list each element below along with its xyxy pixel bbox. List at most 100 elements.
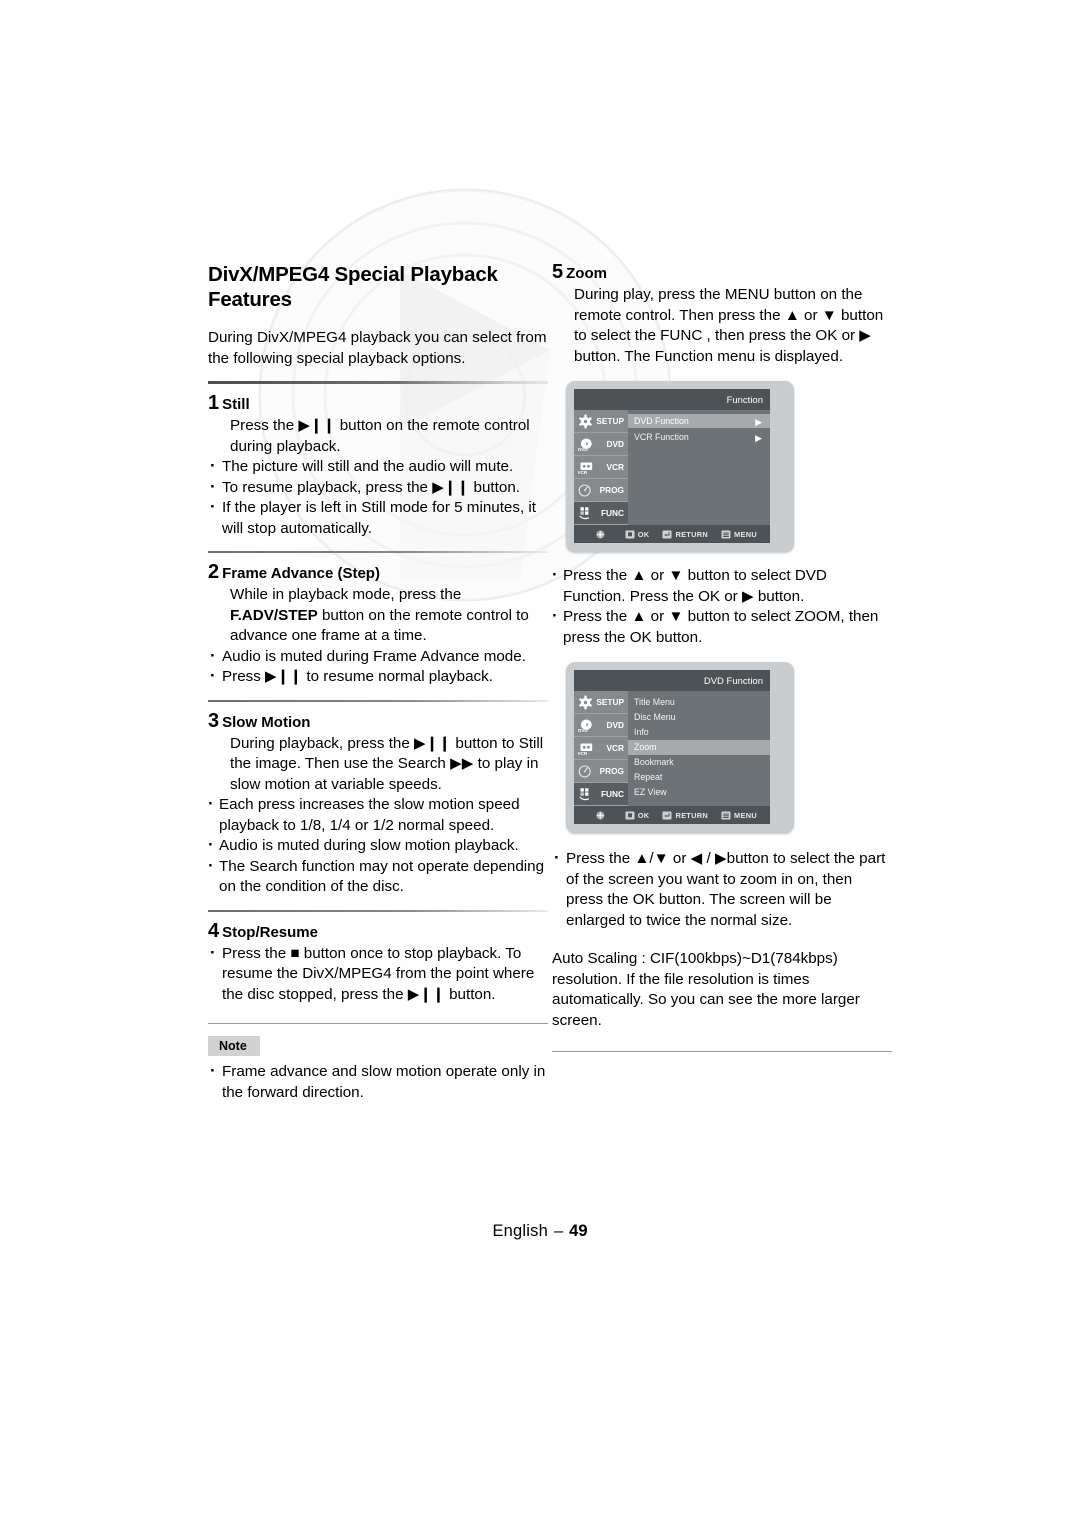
osd-item-label: VCR Function xyxy=(634,432,689,442)
osd-tab-label: DVD xyxy=(606,439,624,449)
remote-icon xyxy=(579,787,590,800)
osd-tab-func[interactable]: FUNC xyxy=(574,502,628,525)
step-title: Still xyxy=(222,396,250,413)
list-item: Audio is muted during Frame Advance mode… xyxy=(208,646,548,668)
osd-item-label: Disc Menu xyxy=(634,712,676,722)
dpad-icon xyxy=(596,810,605,820)
note-list: Frame advance and slow motion operate on… xyxy=(208,1061,548,1103)
osd-item-ez-view[interactable]: EZ View xyxy=(628,785,770,800)
step-body: Press the ▶❙❙ button on the remote contr… xyxy=(230,417,530,455)
list-item: Each press increases the slow motion spe… xyxy=(208,794,548,836)
osd-footer: OK RETURN MENU xyxy=(574,525,770,543)
osd-tab-label: VCR xyxy=(606,743,624,753)
step-title: Frame Advance (Step) xyxy=(222,565,380,582)
page-number: 49 xyxy=(569,1222,588,1240)
page-title: DivX/MPEG4 Special Playback Features xyxy=(208,263,498,311)
osd-tab-func[interactable]: FUNC xyxy=(574,783,628,806)
osd-sidebar: SETUP DVD DVD VCR VCR PROG FUNC xyxy=(574,691,628,806)
page-footer: English –49 xyxy=(0,1222,1080,1241)
osd-item-list: Title Menu Disc Menu Info Zoom Bookmark … xyxy=(628,691,770,806)
step-frame-advance: 2 Frame Advance (Step) While in playback … xyxy=(208,562,548,688)
osd-tab-prog[interactable]: PROG xyxy=(574,479,628,502)
osd-item-vcr-function[interactable]: VCR Function ▶ xyxy=(628,430,770,444)
step-title: Slow Motion xyxy=(222,713,311,731)
osd-screenshot-function: Function SETUP DVD DVD VCR VCR PROG FUNC… xyxy=(566,381,794,552)
list-item: Frame advance and slow motion operate on… xyxy=(208,1061,548,1103)
step-title: Zoom xyxy=(566,265,607,282)
step-bullet-list: Press the ■ button once to stop playback… xyxy=(208,943,548,1006)
auto-scaling-label: Auto Scaling : xyxy=(552,950,646,967)
osd-footer-label: OK xyxy=(637,810,650,820)
left-column: DivX/MPEG4 Special Playback Features Dur… xyxy=(208,262,548,1103)
osd-screenshot-dvd-function: DVD Function SETUP DVD DVD VCR VCR PROG … xyxy=(566,662,794,833)
step-bullet-list: Audio is muted during Frame Advance mode… xyxy=(208,646,548,688)
timer-icon xyxy=(578,764,591,778)
osd-footer-menu: MENU xyxy=(721,811,757,820)
menu-button-icon xyxy=(721,811,731,819)
cassette-icon: VCR xyxy=(578,743,593,756)
osd-tab-vcr[interactable]: VCR VCR xyxy=(574,737,628,760)
list-item: To resume playback, press the ▶❙❙ button… xyxy=(208,477,548,499)
osd-item-list: DVD Function ▶ VCR Function ▶ xyxy=(628,410,770,525)
osd-tab-vcr[interactable]: VCR VCR xyxy=(574,456,628,479)
osd-footer-return: RETURN xyxy=(662,811,708,820)
osd-title: Function xyxy=(574,389,770,410)
osd-item-label: Info xyxy=(634,727,649,737)
osd-item-label: Bookmark xyxy=(634,757,674,767)
svg-text:DVD: DVD xyxy=(578,447,588,452)
step-number: 4 xyxy=(208,919,220,942)
auto-scaling-paragraph: Auto Scaling : CIF(100kbps)~D1(784kbps) … xyxy=(552,949,892,1031)
return-button-icon xyxy=(662,811,672,819)
list-item: The picture will still and the audio wil… xyxy=(208,456,548,478)
timer-icon xyxy=(578,483,591,497)
right-column: 5 Zoom During play, press the MENU button… xyxy=(552,262,892,1064)
footer-dash: – xyxy=(553,1222,564,1240)
osd-item-repeat[interactable]: Repeat xyxy=(628,770,770,785)
dpad-icon xyxy=(596,529,605,539)
osd-footer-ok: OK xyxy=(625,530,650,539)
osd-tab-label: DVD xyxy=(606,720,624,730)
osd-tab-setup[interactable]: SETUP xyxy=(574,410,628,433)
osd-item-disc-menu[interactable]: Disc Menu xyxy=(628,710,770,725)
osd-tab-label: SETUP xyxy=(596,416,624,426)
manual-page: DivX/MPEG4 Special Playback Features Dur… xyxy=(0,0,1080,1528)
osd-item-title-menu[interactable]: Title Menu xyxy=(628,695,770,710)
divider xyxy=(208,381,548,384)
gear-icon xyxy=(579,695,592,709)
return-button-icon xyxy=(662,530,672,538)
step-heading: 3 Slow Motion xyxy=(208,710,548,733)
osd-tab-setup[interactable]: SETUP xyxy=(574,691,628,714)
osd-item-label: Zoom xyxy=(634,742,657,752)
list-item: Press ▶❙❙ to resume normal playback. xyxy=(208,666,548,688)
osd-item-label: Repeat xyxy=(634,772,663,782)
osd-item-label: Title Menu xyxy=(634,697,675,707)
osd-tab-prog[interactable]: PROG xyxy=(574,760,628,783)
step-heading: 1 Still xyxy=(208,393,548,415)
osd-item-dvd-function[interactable]: DVD Function ▶ xyxy=(628,414,770,428)
list-item: Press the ▲ or ▼ button to select ZOOM, … xyxy=(552,606,892,648)
osd-title: DVD Function xyxy=(574,670,770,691)
osd-tab-dvd[interactable]: DVD DVD xyxy=(574,433,628,456)
osd-tab-dvd[interactable]: DVD DVD xyxy=(574,714,628,737)
list-item: The Search function may not operate depe… xyxy=(208,856,548,898)
osd-footer-return: RETURN xyxy=(662,530,708,539)
osd-screen: DVD Function SETUP DVD DVD VCR VCR PROG … xyxy=(574,670,770,824)
menu-button-icon xyxy=(721,530,731,538)
divider xyxy=(208,699,548,702)
zoom-bullet-list-bottom: Press the ▲/▼ or ◀ / ▶button to select t… xyxy=(552,848,892,931)
osd-item-zoom[interactable]: Zoom xyxy=(628,740,770,755)
osd-tab-label: VCR xyxy=(606,462,624,472)
divider xyxy=(552,1051,892,1052)
step-heading: 4 Stop/Resume xyxy=(208,919,548,943)
osd-item-bookmark[interactable]: Bookmark xyxy=(628,755,770,770)
chevron-right-icon: ▶ xyxy=(755,433,762,443)
step-heading: 2 Frame Advance (Step) xyxy=(208,562,548,584)
list-item: Press the ▲/▼ or ◀ / ▶button to select t… xyxy=(552,848,892,931)
osd-footer-label: OK xyxy=(637,529,650,539)
osd-item-info[interactable]: Info xyxy=(628,725,770,740)
osd-body: SETUP DVD DVD xyxy=(574,691,770,806)
step-body: During play, press the MENU button on th… xyxy=(574,286,884,365)
step-number: 5 xyxy=(552,261,564,283)
list-item: Audio is muted during slow motion playba… xyxy=(208,835,548,857)
step-number: 2 xyxy=(208,561,220,583)
